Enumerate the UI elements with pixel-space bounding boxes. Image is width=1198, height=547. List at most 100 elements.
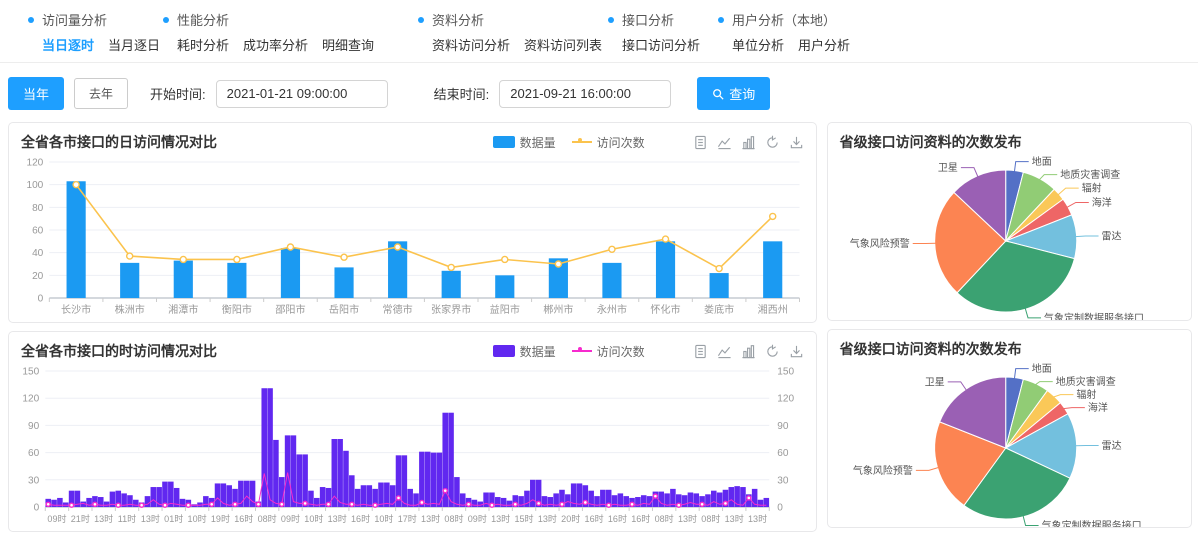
filter-bar: 当年 去年 开始时间: 结束时间: 查询	[0, 63, 1198, 122]
this-year-button[interactable]: 当年	[8, 77, 64, 110]
legend-item-visit-count[interactable]: 访问次数	[572, 343, 645, 360]
nav-item-user-analysis[interactable]: 用户分析	[798, 35, 850, 54]
nav-item-daily-month[interactable]: 当月逐日	[108, 35, 160, 54]
svg-text:地质灾害调查: 地质灾害调查	[1055, 375, 1115, 388]
legend-swatch	[493, 345, 515, 357]
svg-text:卫星: 卫星	[938, 162, 958, 174]
bullet-icon	[418, 17, 424, 23]
bar-chart-icon[interactable]	[741, 344, 756, 359]
svg-text:0: 0	[38, 294, 44, 305]
last-year-button[interactable]: 去年	[74, 78, 128, 109]
svg-text:13时: 13时	[538, 513, 557, 524]
svg-text:邵阳市: 邵阳市	[275, 303, 305, 316]
end-time-input[interactable]	[499, 80, 671, 108]
svg-text:120: 120	[22, 394, 39, 405]
bullet-icon	[718, 17, 724, 23]
svg-text:16时: 16时	[631, 513, 650, 524]
nav-item-time-cost[interactable]: 耗时分析	[177, 35, 229, 54]
svg-text:张家界市: 张家界市	[431, 303, 471, 316]
restore-icon[interactable]	[765, 135, 780, 150]
nav-item-detail-query[interactable]: 明细查询	[322, 35, 374, 54]
pie-card-top: 省级接口访问资料的次数发布 地面地质灾害调查辐射海洋雷达气象定制数据服务接口气象…	[827, 122, 1192, 321]
nav-item-data-access-list[interactable]: 资料访问列表	[524, 35, 602, 54]
svg-text:郴州市: 郴州市	[543, 303, 573, 316]
svg-text:雷达: 雷达	[1101, 230, 1121, 242]
svg-text:17时: 17时	[398, 513, 417, 524]
start-time-input[interactable]	[216, 80, 388, 108]
legend-item-data-volume[interactable]: 数据量	[493, 343, 556, 360]
legend-label: 数据量	[520, 134, 556, 151]
nav-group-title: 用户分析（本地）	[718, 10, 850, 29]
svg-text:11时: 11时	[118, 513, 136, 524]
line-chart-icon[interactable]	[717, 344, 732, 359]
nav-item-success-rate[interactable]: 成功率分析	[243, 35, 308, 54]
nav-group-data: 资料分析 资料访问分析 资料访问列表	[418, 10, 608, 54]
line-chart-icon[interactable]	[717, 135, 732, 150]
svg-text:13时: 13时	[141, 513, 160, 524]
svg-text:13时: 13时	[491, 513, 510, 524]
svg-text:湘潭市: 湘潭市	[168, 303, 198, 316]
start-time-label: 开始时间:	[150, 84, 206, 103]
legend-item-visit-count[interactable]: 访问次数	[572, 134, 645, 151]
nav-item-data-access-analysis[interactable]: 资料访问分析	[432, 35, 510, 54]
svg-text:60: 60	[28, 448, 40, 459]
svg-text:09时: 09时	[47, 513, 66, 524]
data-view-icon[interactable]	[693, 344, 708, 359]
svg-text:01时: 01时	[164, 513, 183, 524]
svg-text:卫星: 卫星	[924, 376, 944, 388]
end-time-label: 结束时间:	[434, 84, 490, 103]
svg-text:120: 120	[777, 394, 794, 405]
svg-text:怀化市: 怀化市	[650, 303, 680, 316]
legend-line-swatch	[572, 141, 592, 143]
daily-chart-legend: 数据量 访问次数	[493, 134, 645, 151]
pie-bottom-title: 省级接口访问资料的次数发布	[840, 339, 1179, 359]
pie-top-title: 省级接口访问资料的次数发布	[840, 132, 1179, 152]
download-icon[interactable]	[789, 344, 804, 359]
svg-text:90: 90	[777, 421, 789, 432]
svg-text:辐射: 辐射	[1081, 182, 1101, 195]
nav-item-unit-analysis[interactable]: 单位分析	[732, 35, 784, 54]
legend-item-data-volume[interactable]: 数据量	[493, 134, 556, 151]
search-button[interactable]: 查询	[697, 77, 770, 110]
svg-text:湘西州: 湘西州	[758, 303, 788, 316]
svg-text:13时: 13时	[725, 513, 744, 524]
svg-text:气象定制数据服务接口: 气象定制数据服务接口	[1044, 311, 1144, 320]
svg-text:0: 0	[777, 503, 783, 514]
svg-text:15时: 15时	[514, 513, 533, 524]
svg-text:20: 20	[32, 271, 44, 282]
hourly-chart-legend: 数据量 访问次数	[493, 343, 645, 360]
search-icon	[712, 88, 724, 100]
svg-text:21时: 21时	[71, 513, 90, 524]
search-button-label: 查询	[729, 84, 755, 103]
svg-text:13时: 13时	[421, 513, 440, 524]
svg-text:株洲市: 株洲市	[115, 303, 145, 316]
nav-group-title: 资料分析	[418, 10, 608, 29]
hourly-chart-canvas[interactable]: 0030306060909012012015015009时21时13时11时13…	[9, 363, 816, 531]
nav-group-label: 用户分析（本地）	[732, 10, 836, 29]
download-icon[interactable]	[789, 135, 804, 150]
svg-text:08时: 08时	[655, 513, 674, 524]
nav-item-hourly-today[interactable]: 当日逐时	[42, 35, 94, 54]
nav-group-label: 资料分析	[432, 10, 484, 29]
restore-icon[interactable]	[765, 344, 780, 359]
bar-chart-icon[interactable]	[741, 135, 756, 150]
nav-item-interface-access[interactable]: 接口访问分析	[622, 35, 700, 54]
svg-text:08时: 08时	[444, 513, 463, 524]
pie-top-canvas[interactable]: 地面地质灾害调查辐射海洋雷达气象定制数据服务接口气象风险预警卫星	[828, 154, 1191, 320]
data-view-icon[interactable]	[693, 135, 708, 150]
nav-group-users: 用户分析（本地） 单位分析 用户分析	[718, 10, 850, 54]
daily-chart-canvas[interactable]: 020406080100120长沙市株洲市湘潭市衡阳市邵阳市岳阳市常德市张家界市…	[9, 154, 816, 322]
svg-text:150: 150	[777, 367, 794, 378]
pie-bottom-canvas[interactable]: 地面地质灾害调查辐射海洋雷达气象定制数据服务接口气象风险预警卫星	[828, 361, 1191, 527]
svg-text:地面: 地面	[1031, 155, 1051, 168]
bullet-icon	[28, 17, 34, 23]
svg-text:雷达: 雷达	[1101, 440, 1121, 452]
svg-text:海洋: 海洋	[1091, 196, 1111, 209]
svg-text:16时: 16时	[234, 513, 253, 524]
svg-text:0: 0	[34, 503, 40, 514]
svg-text:16时: 16时	[608, 513, 627, 524]
daily-chart-title: 全省各市接口的日访问情况对比	[21, 132, 493, 152]
nav-group-label: 性能分析	[177, 10, 229, 29]
svg-text:09时: 09时	[281, 513, 300, 524]
svg-text:气象定制数据服务接口: 气象定制数据服务接口	[1041, 519, 1141, 527]
